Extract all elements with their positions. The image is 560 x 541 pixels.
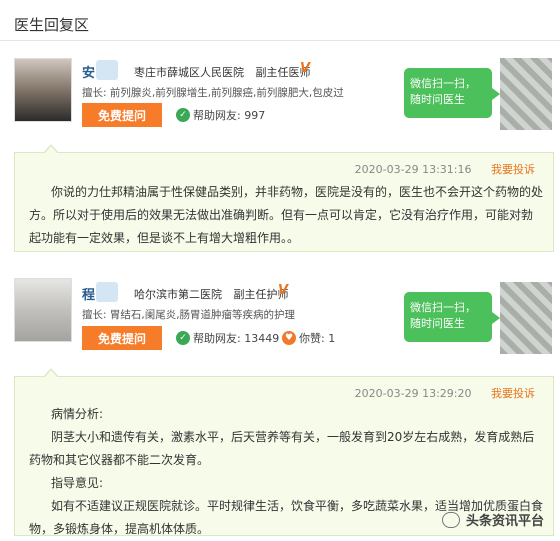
hospital-name: 枣庄市薛城区人民医院 bbox=[134, 66, 244, 79]
help-icon: ✓ bbox=[176, 108, 190, 122]
verified-icon: V bbox=[300, 61, 311, 76]
help-count: 帮助网友: 997 bbox=[193, 109, 266, 122]
hospital-info: 哈尔滨市第二医院 副主任护师 bbox=[134, 286, 289, 302]
divider bbox=[0, 40, 560, 41]
specialty-text: 擅长: 前列腺炎,前列腺增生,前列腺癌,前列腺肥大,包皮过 bbox=[82, 87, 344, 99]
analysis-text: 阴茎大小和遗传有关，激素水平，后天营养等有关，一般发育到20岁左右成熟，发育成熟… bbox=[29, 430, 535, 467]
complain-link[interactable]: 我要投诉 bbox=[491, 163, 535, 176]
section-title: 医生回复区 bbox=[14, 16, 90, 34]
verified-icon: V bbox=[278, 283, 289, 298]
name-redaction bbox=[96, 60, 118, 80]
like-icon[interactable]: ♥ bbox=[282, 331, 296, 345]
analysis-title: 病情分析: bbox=[51, 407, 104, 421]
reply-paragraph: 你说的力仕邦精油属于性保健品类别，并非药物，医院是没有的，医生也不会开这个药物的… bbox=[29, 185, 544, 245]
complain-link[interactable]: 我要投诉 bbox=[491, 387, 535, 400]
doctor-name[interactable]: 程 bbox=[82, 284, 95, 303]
watermark-text: 头条资讯平台 bbox=[465, 514, 544, 529]
avatar[interactable] bbox=[14, 278, 72, 342]
qr-code-icon[interactable] bbox=[500, 282, 552, 354]
doctor-name[interactable]: 安 bbox=[82, 62, 95, 81]
avatar[interactable] bbox=[14, 58, 72, 122]
reply-meta: 2020-03-29 13:31:16 我要投诉 bbox=[355, 161, 535, 177]
reply-time: 2020-03-29 13:31:16 bbox=[354, 163, 472, 176]
reply-body: 你说的力仕邦精油属于性保健品类别，并非药物，医院是没有的，医生也不会开这个药物的… bbox=[29, 181, 543, 250]
wechat-prompt: 微信扫一扫，随时问医生 bbox=[404, 292, 500, 342]
free-ask-button[interactable]: 免费提问 bbox=[82, 326, 162, 350]
free-ask-button[interactable]: 免费提问 bbox=[82, 103, 162, 127]
hospital-info: 枣庄市薛城区人民医院 副主任医师 bbox=[134, 64, 311, 80]
specialty-text: 擅长: 胃结石,阑尾炎,肠胃道肿瘤等疾病的护理 bbox=[82, 309, 296, 321]
wechat-prompt: 微信扫一扫，随时问医生 bbox=[404, 68, 500, 118]
watermark: 头条资讯平台 bbox=[441, 510, 544, 529]
name-redaction bbox=[96, 282, 118, 302]
help-icon: ✓ bbox=[176, 331, 190, 345]
reply-time: 2020-03-29 13:29:20 bbox=[354, 387, 472, 400]
watermark-icon bbox=[441, 511, 460, 528]
like-count: 你赞: 1 bbox=[299, 332, 336, 345]
help-count: 帮助网友: 13449 bbox=[193, 332, 280, 345]
advice-title: 指导意见: bbox=[51, 476, 104, 490]
qr-code-icon[interactable] bbox=[500, 58, 552, 130]
reply-meta: 2020-03-29 13:29:20 我要投诉 bbox=[355, 385, 535, 401]
hospital-name: 哈尔滨市第二医院 bbox=[134, 288, 222, 301]
reply-box: 2020-03-29 13:31:16 我要投诉 你说的力仕邦精油属于性保健品类… bbox=[14, 144, 554, 252]
